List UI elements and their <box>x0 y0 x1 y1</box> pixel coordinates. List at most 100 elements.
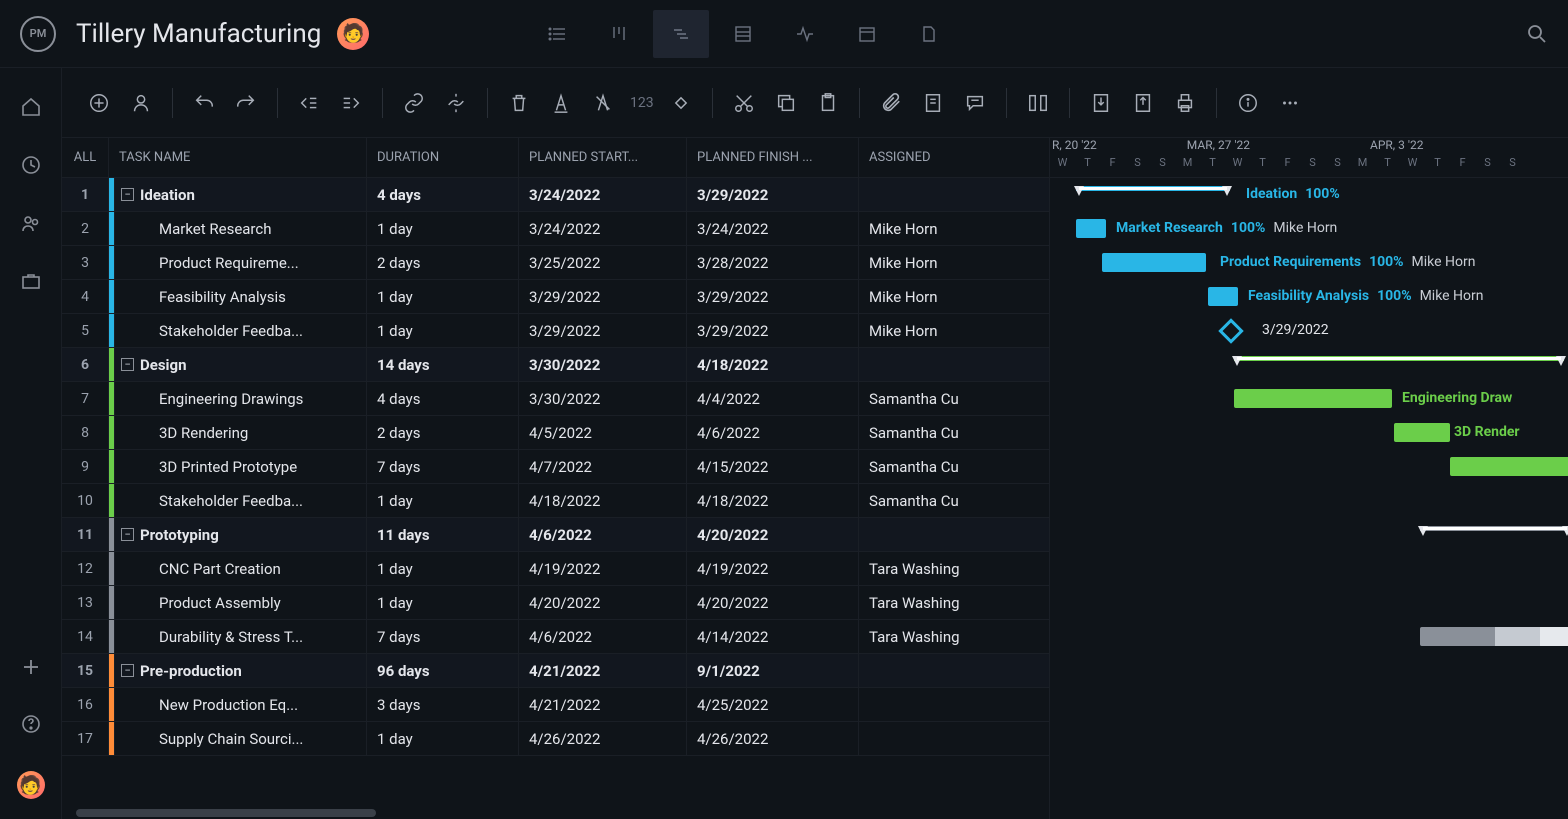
start-cell[interactable]: 3/29/2022 <box>519 314 687 347</box>
import-button[interactable] <box>1082 86 1120 120</box>
finish-cell[interactable]: 4/20/2022 <box>687 518 859 551</box>
task-row[interactable]: 11−Prototyping11 days4/6/20224/20/2022 <box>62 518 1049 552</box>
user-avatar[interactable]: 🧑 <box>17 771 45 799</box>
attachment-button[interactable] <box>872 86 910 120</box>
finish-cell[interactable]: 4/14/2022 <box>687 620 859 653</box>
task-name-cell[interactable]: Feasibility Analysis <box>115 280 367 313</box>
nav-help-icon[interactable] <box>20 713 42 735</box>
task-name-cell[interactable]: −Ideation <box>115 178 367 211</box>
collapse-icon[interactable]: − <box>121 528 134 541</box>
add-task-button[interactable] <box>80 86 118 120</box>
task-name-cell[interactable]: CNC Part Creation <box>115 552 367 585</box>
assigned-cell[interactable]: Tara Washing <box>859 552 969 585</box>
gantt-task-bar[interactable] <box>1102 253 1206 272</box>
task-name-cell[interactable]: Durability & Stress T... <box>115 620 367 653</box>
duration-cell[interactable]: 3 days <box>367 688 519 721</box>
finish-cell[interactable]: 4/25/2022 <box>687 688 859 721</box>
gantt-task-bar[interactable] <box>1420 627 1568 646</box>
start-cell[interactable]: 3/24/2022 <box>519 178 687 211</box>
gantt-task-bar[interactable] <box>1450 457 1568 476</box>
finish-cell[interactable]: 4/6/2022 <box>687 416 859 449</box>
assign-button[interactable] <box>122 86 160 120</box>
task-name-cell[interactable]: Product Requireme... <box>115 246 367 279</box>
view-file-icon[interactable] <box>901 10 957 58</box>
duration-cell[interactable]: 1 day <box>367 484 519 517</box>
task-row[interactable]: 1−Ideation4 days3/24/20223/29/2022 <box>62 178 1049 212</box>
notes-button[interactable] <box>914 86 952 120</box>
task-name-cell[interactable]: Stakeholder Feedba... <box>115 314 367 347</box>
finish-cell[interactable]: 4/18/2022 <box>687 348 859 381</box>
gantt-task-bar[interactable] <box>1234 389 1392 408</box>
gantt-milestone[interactable] <box>1218 318 1243 343</box>
text-style-button[interactable] <box>542 86 580 120</box>
duration-cell[interactable]: 2 days <box>367 246 519 279</box>
print-button[interactable] <box>1166 86 1204 120</box>
task-name-cell[interactable]: Stakeholder Feedba... <box>115 484 367 517</box>
duration-cell[interactable]: 1 day <box>367 212 519 245</box>
start-cell[interactable]: 3/30/2022 <box>519 382 687 415</box>
task-row[interactable]: 10Stakeholder Feedba...1 day4/18/20224/1… <box>62 484 1049 518</box>
assigned-cell[interactable] <box>859 654 969 687</box>
assigned-cell[interactable] <box>859 178 969 211</box>
more-button[interactable] <box>1271 86 1309 120</box>
finish-cell[interactable]: 3/29/2022 <box>687 314 859 347</box>
clear-format-button[interactable] <box>584 86 622 120</box>
start-cell[interactable]: 4/5/2022 <box>519 416 687 449</box>
task-name-cell[interactable]: −Prototyping <box>115 518 367 551</box>
cut-button[interactable] <box>725 86 763 120</box>
collapse-icon[interactable]: − <box>121 664 134 677</box>
assigned-cell[interactable]: Tara Washing <box>859 586 969 619</box>
link-button[interactable] <box>395 86 433 120</box>
assigned-cell[interactable]: Samantha Cu <box>859 416 969 449</box>
task-row[interactable]: 3Product Requireme...2 days3/25/20223/28… <box>62 246 1049 280</box>
assigned-cell[interactable]: Mike Horn <box>859 212 969 245</box>
duration-cell[interactable]: 7 days <box>367 450 519 483</box>
duration-cell[interactable]: 1 day <box>367 586 519 619</box>
duration-cell[interactable]: 11 days <box>367 518 519 551</box>
start-cell[interactable]: 4/7/2022 <box>519 450 687 483</box>
view-board-icon[interactable] <box>591 10 647 58</box>
delete-button[interactable] <box>500 86 538 120</box>
task-row[interactable]: 2Market Research1 day3/24/20223/24/2022M… <box>62 212 1049 246</box>
collapse-icon[interactable]: − <box>121 188 134 201</box>
finish-cell[interactable]: 3/28/2022 <box>687 246 859 279</box>
column-task-name[interactable]: TASK NAME <box>109 138 367 177</box>
duration-cell[interactable]: 4 days <box>367 382 519 415</box>
search-icon[interactable] <box>1526 23 1548 45</box>
comment-button[interactable] <box>956 86 994 120</box>
duration-cell[interactable]: 1 day <box>367 552 519 585</box>
start-cell[interactable]: 4/18/2022 <box>519 484 687 517</box>
task-row[interactable]: 5Stakeholder Feedba...1 day3/29/20223/29… <box>62 314 1049 348</box>
finish-cell[interactable]: 3/29/2022 <box>687 280 859 313</box>
task-name-cell[interactable]: −Design <box>115 348 367 381</box>
view-calendar-icon[interactable] <box>839 10 895 58</box>
view-activity-icon[interactable] <box>777 10 833 58</box>
finish-cell[interactable]: 9/1/2022 <box>687 654 859 687</box>
duration-cell[interactable]: 1 day <box>367 314 519 347</box>
finish-cell[interactable]: 3/29/2022 <box>687 178 859 211</box>
project-avatar[interactable]: 🧑 <box>337 18 369 50</box>
assigned-cell[interactable] <box>859 348 969 381</box>
start-cell[interactable]: 3/24/2022 <box>519 212 687 245</box>
assigned-cell[interactable]: Mike Horn <box>859 246 969 279</box>
nav-team-icon[interactable] <box>20 212 42 234</box>
finish-cell[interactable]: 4/18/2022 <box>687 484 859 517</box>
info-button[interactable] <box>1229 86 1267 120</box>
task-row[interactable]: 7Engineering Drawings4 days3/30/20224/4/… <box>62 382 1049 416</box>
finish-cell[interactable]: 4/4/2022 <box>687 382 859 415</box>
task-row[interactable]: 12CNC Part Creation1 day4/19/20224/19/20… <box>62 552 1049 586</box>
unlink-button[interactable] <box>437 86 475 120</box>
column-planned-start[interactable]: PLANNED START... <box>519 138 687 177</box>
start-cell[interactable]: 4/19/2022 <box>519 552 687 585</box>
task-name-cell[interactable]: Product Assembly <box>115 586 367 619</box>
assigned-cell[interactable] <box>859 722 969 755</box>
finish-cell[interactable]: 4/15/2022 <box>687 450 859 483</box>
nav-add-icon[interactable] <box>21 657 41 677</box>
nav-portfolio-icon[interactable] <box>20 270 42 292</box>
start-cell[interactable]: 4/20/2022 <box>519 586 687 619</box>
start-cell[interactable]: 4/6/2022 <box>519 518 687 551</box>
column-all[interactable]: ALL <box>62 138 109 177</box>
duration-cell[interactable]: 2 days <box>367 416 519 449</box>
paste-button[interactable] <box>809 86 847 120</box>
column-duration[interactable]: DURATION <box>367 138 519 177</box>
